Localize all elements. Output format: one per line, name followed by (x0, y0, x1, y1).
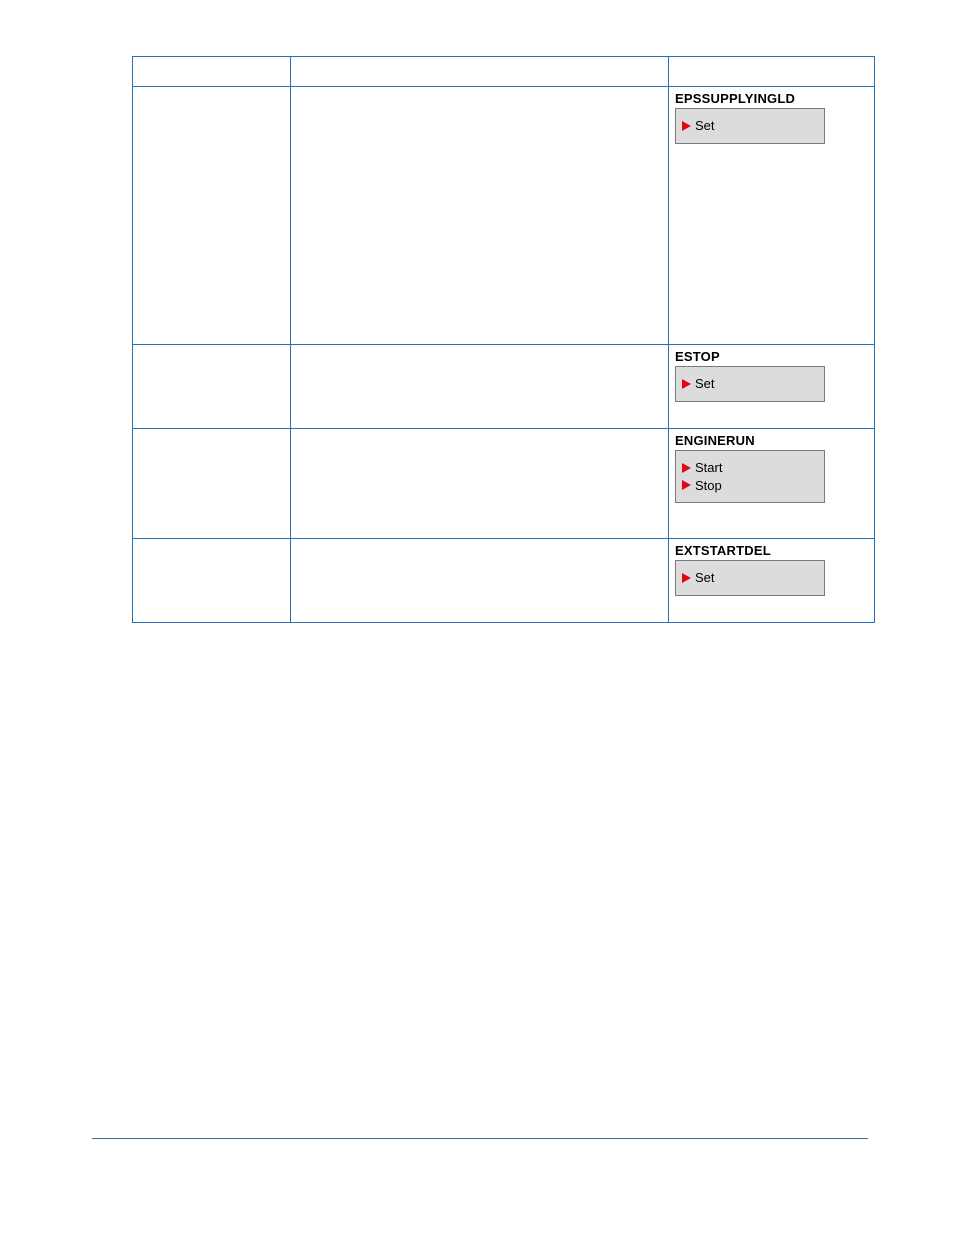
block-item-label: Set (695, 375, 715, 393)
cell-block: EPSSUPPLYINGLD Set (669, 87, 875, 345)
block-item-label: Start (695, 459, 722, 477)
footer-divider (92, 1138, 868, 1139)
table-row: ENGINERUN Start Stop (133, 429, 875, 539)
cell-desc (291, 345, 669, 429)
block-title: EPSSUPPLYINGLD (675, 91, 868, 106)
block-title: ENGINERUN (675, 433, 868, 448)
triangle-icon (682, 480, 691, 490)
block-item[interactable]: Stop (682, 477, 816, 495)
block-item[interactable]: Set (682, 117, 816, 135)
triangle-icon (682, 573, 691, 583)
table-row: EXTSTARTDEL Set (133, 539, 875, 623)
block-item[interactable]: Set (682, 375, 816, 393)
block-item[interactable]: Set (682, 569, 816, 587)
header-cell (669, 57, 875, 87)
cell-block: ESTOP Set (669, 345, 875, 429)
cell-param (133, 429, 291, 539)
block-panel-enginerun: Start Stop (675, 450, 825, 503)
block-item-label: Set (695, 569, 715, 587)
cell-param (133, 345, 291, 429)
table-row: EPSSUPPLYINGLD Set (133, 87, 875, 345)
table-header-row (133, 57, 875, 87)
header-cell (291, 57, 669, 87)
triangle-icon (682, 379, 691, 389)
block-panel-extstartdel: Set (675, 560, 825, 596)
triangle-icon (682, 121, 691, 131)
cell-desc (291, 539, 669, 623)
header-cell (133, 57, 291, 87)
cell-block: ENGINERUN Start Stop (669, 429, 875, 539)
block-item-label: Set (695, 117, 715, 135)
cell-param (133, 87, 291, 345)
parameter-table: EPSSUPPLYINGLD Set ESTOP (132, 56, 875, 623)
block-item-label: Stop (695, 477, 722, 495)
cell-desc (291, 429, 669, 539)
block-title: ESTOP (675, 349, 868, 364)
cell-block: EXTSTARTDEL Set (669, 539, 875, 623)
block-title: EXTSTARTDEL (675, 543, 868, 558)
cell-param (133, 539, 291, 623)
page: EPSSUPPLYINGLD Set ESTOP (0, 0, 954, 623)
table-row: ESTOP Set (133, 345, 875, 429)
triangle-icon (682, 463, 691, 473)
cell-desc (291, 87, 669, 345)
block-panel-epssupplyingld: Set (675, 108, 825, 144)
block-panel-estop: Set (675, 366, 825, 402)
block-item[interactable]: Start (682, 459, 816, 477)
